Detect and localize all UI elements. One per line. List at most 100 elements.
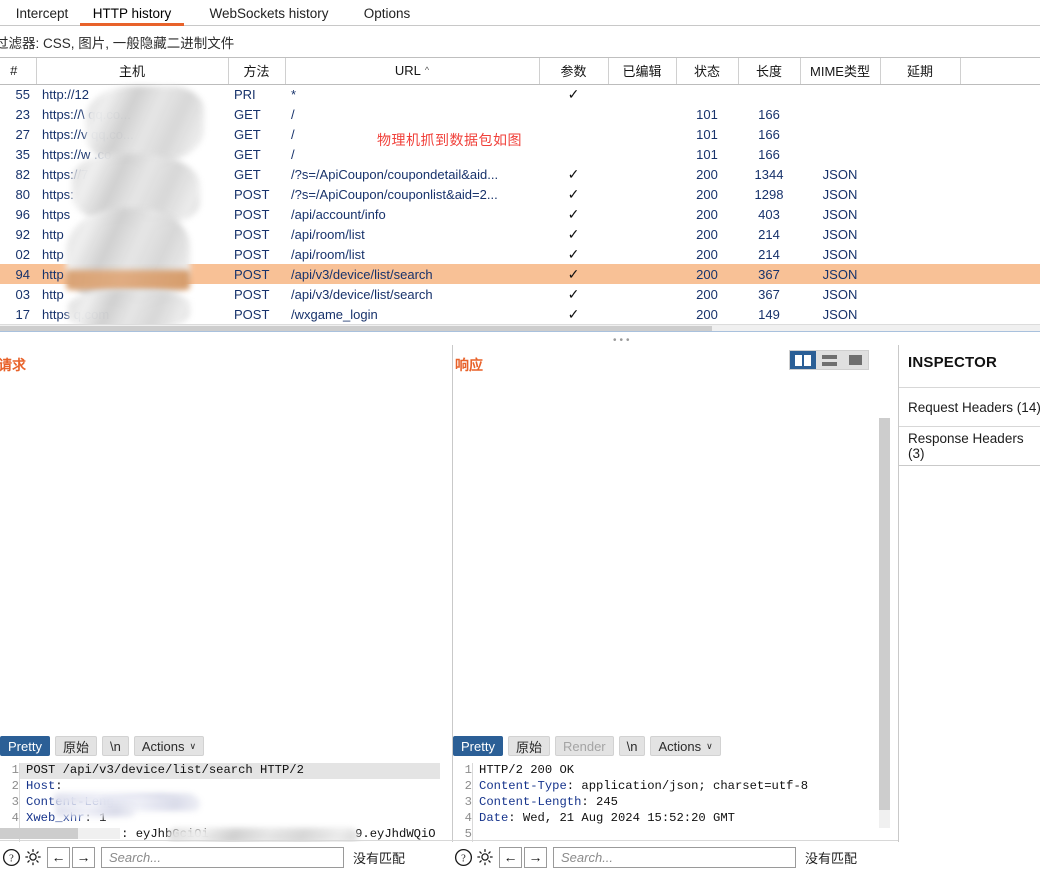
cell-params bbox=[539, 104, 608, 124]
response-newline-button[interactable]: \n bbox=[618, 736, 646, 756]
cell-params: ✓ bbox=[567, 245, 580, 262]
cell-method: POST bbox=[228, 264, 285, 284]
cell-mime bbox=[800, 84, 880, 104]
table-row[interactable]: 17 https q.com POST/wxgame_login ✓ 200 149 JSO… bbox=[0, 304, 1040, 324]
main-tabbar: Intercept HTTP history WebSockets histor… bbox=[0, 0, 1040, 26]
response-vscrollbar[interactable] bbox=[879, 418, 890, 828]
table-header-row: # 主机 方法 URL^ 参数 已编辑 状态 长度 MIME类型 延期 标签 bbox=[0, 58, 1040, 85]
cell-delay bbox=[880, 144, 960, 164]
response-panel-title: 响应 bbox=[455, 357, 483, 373]
tab-websockets-history[interactable]: WebSockets history bbox=[188, 0, 350, 26]
col-header-delay[interactable]: 延期 bbox=[880, 58, 961, 85]
sort-caret-icon: ^ bbox=[424, 65, 430, 76]
cell-url: / bbox=[291, 106, 295, 122]
table-row[interactable]: 82 https://7 GET /?s=/ApiCoupon/coupondetai… bbox=[0, 164, 1040, 184]
col-header-num[interactable]: # bbox=[0, 58, 37, 85]
col-header-method[interactable]: 方法 bbox=[228, 58, 286, 85]
view-mode-single-icon[interactable] bbox=[842, 351, 868, 369]
gear-icon[interactable] bbox=[22, 846, 44, 868]
cell-method: POST bbox=[234, 186, 270, 202]
response-actions-button[interactable]: Actions ∨ bbox=[650, 736, 721, 756]
cell-delay bbox=[880, 204, 960, 224]
cell-params: ✓ bbox=[567, 225, 580, 242]
code-line-number: 4 bbox=[11, 810, 19, 825]
cell-delay bbox=[880, 164, 960, 184]
col-header-tag[interactable]: 标签 bbox=[960, 58, 1040, 85]
cell-length: 367 bbox=[758, 286, 780, 302]
cell-host: http bbox=[42, 286, 64, 302]
gear-icon[interactable] bbox=[474, 846, 496, 868]
cell-params: ✓ bbox=[567, 205, 580, 222]
cell-length: 166 bbox=[758, 146, 780, 162]
response-raw-button[interactable]: 原始 bbox=[507, 736, 550, 756]
http-history-table[interactable]: # 主机 方法 URL^ 参数 已编辑 状态 长度 MIME类型 延期 标签 5… bbox=[0, 58, 1040, 330]
request-actions-button[interactable]: Actions ∨ bbox=[133, 736, 205, 756]
table-row[interactable]: 03 http POST/api/v3/device/list/search ✓ 200… bbox=[0, 284, 1040, 304]
cell-host: http bbox=[42, 226, 64, 242]
help-icon[interactable]: ? bbox=[452, 846, 474, 868]
cell-num: 02 bbox=[15, 246, 30, 262]
filter-bar[interactable]: 过滤器: CSS, 图片, 一般隐藏二进制文件 bbox=[0, 26, 1040, 58]
response-toolbar: Pretty 原始 Render \n Actions ∨ bbox=[453, 736, 721, 756]
col-header-length[interactable]: 长度 bbox=[738, 58, 801, 85]
response-render-button[interactable]: Render bbox=[554, 736, 614, 756]
cell-length: 403 bbox=[758, 206, 780, 222]
cell-params: ✓ bbox=[567, 305, 580, 322]
find-prev-button[interactable]: ← bbox=[499, 846, 522, 868]
table-row[interactable]: 80 https: POST /?s=/ApiCoupon/couponlist&ai… bbox=[0, 184, 1040, 204]
col-header-host[interactable]: 主机 bbox=[36, 58, 229, 85]
cell-method: GET bbox=[234, 126, 261, 142]
inspector-request-headers-row[interactable]: Request Headers (14) bbox=[899, 387, 1040, 426]
horizontal-splitter[interactable]: ••• bbox=[0, 331, 1040, 346]
cell-delay bbox=[880, 264, 960, 284]
cell-tag bbox=[960, 84, 1040, 104]
cell-status: 101 bbox=[696, 126, 718, 142]
tab-intercept[interactable]: Intercept bbox=[4, 0, 80, 26]
find-next-button[interactable]: → bbox=[524, 846, 547, 868]
response-vscrollbar-thumb[interactable] bbox=[879, 418, 890, 810]
cell-num: 94 bbox=[0, 264, 36, 284]
col-header-edited[interactable]: 已编辑 bbox=[608, 58, 677, 85]
request-pretty-button[interactable]: Pretty bbox=[0, 736, 50, 756]
table-row[interactable]: 92 http POST/api/room/list ✓ 200 214 JSON bbox=[0, 224, 1040, 244]
request-newline-button[interactable]: \n bbox=[101, 736, 129, 756]
inspector-title: INSPECTOR bbox=[908, 354, 998, 371]
code-line-number: 3 bbox=[464, 794, 472, 809]
cell-host: http bbox=[36, 264, 228, 284]
find-next-button[interactable]: → bbox=[72, 846, 95, 868]
tab-intercept-label: Intercept bbox=[15, 5, 69, 21]
code-line-number: 3 bbox=[11, 794, 19, 809]
request-search-input[interactable]: Search... bbox=[101, 846, 344, 868]
cell-mime: JSON bbox=[822, 226, 858, 242]
table-row[interactable]: 55 http://12 PRI * ✓ bbox=[0, 84, 1040, 104]
cell-length: 1344 bbox=[754, 166, 784, 182]
code-line-number: 1 bbox=[11, 763, 19, 777]
view-mode-rows-icon[interactable] bbox=[816, 351, 842, 369]
table-row[interactable]: 96 https POST/api/account/info ✓ 200 403 JSON bbox=[0, 204, 1040, 224]
table-row[interactable]: 94 http POST/api/v3/device/list/search ✓ 200… bbox=[0, 264, 1040, 284]
request-raw-button[interactable]: 原始 bbox=[54, 736, 97, 756]
chevron-down-icon: ∨ bbox=[189, 740, 197, 751]
inspector-response-headers-row[interactable]: Response Headers (3) bbox=[899, 426, 1040, 465]
response-search-input[interactable]: Search... bbox=[553, 846, 796, 868]
response-pretty-button[interactable]: Pretty bbox=[453, 736, 503, 756]
cell-status bbox=[676, 84, 738, 104]
table-row[interactable]: 02 http POST/api/room/list ✓ 200 214 JSON bbox=[0, 244, 1040, 264]
cell-tag bbox=[960, 184, 1040, 204]
request-vscrollbar-thumb[interactable] bbox=[0, 828, 78, 839]
col-header-status[interactable]: 状态 bbox=[676, 58, 739, 85]
tab-options[interactable]: Options bbox=[350, 0, 424, 26]
help-icon[interactable]: ? bbox=[0, 846, 22, 868]
request-vscrollbar[interactable] bbox=[0, 828, 120, 839]
col-header-mime[interactable]: MIME类型 bbox=[800, 58, 881, 85]
table-row[interactable]: 23 https://\ qq.co... GET / 101 166 bbox=[0, 104, 1040, 124]
cell-method: GET bbox=[234, 106, 261, 122]
tab-http-history[interactable]: HTTP history bbox=[76, 0, 188, 26]
cell-url: /api/room/list bbox=[291, 226, 365, 242]
request-find-bar: ? ← → Search... 没有匹配 bbox=[0, 842, 445, 872]
find-prev-button[interactable]: ← bbox=[47, 846, 70, 868]
col-header-url[interactable]: URL ^ bbox=[285, 58, 540, 85]
arrow-left-icon: ← bbox=[51, 849, 66, 865]
view-mode-split-icon[interactable] bbox=[790, 351, 816, 369]
col-header-params[interactable]: 参数 bbox=[539, 58, 609, 85]
